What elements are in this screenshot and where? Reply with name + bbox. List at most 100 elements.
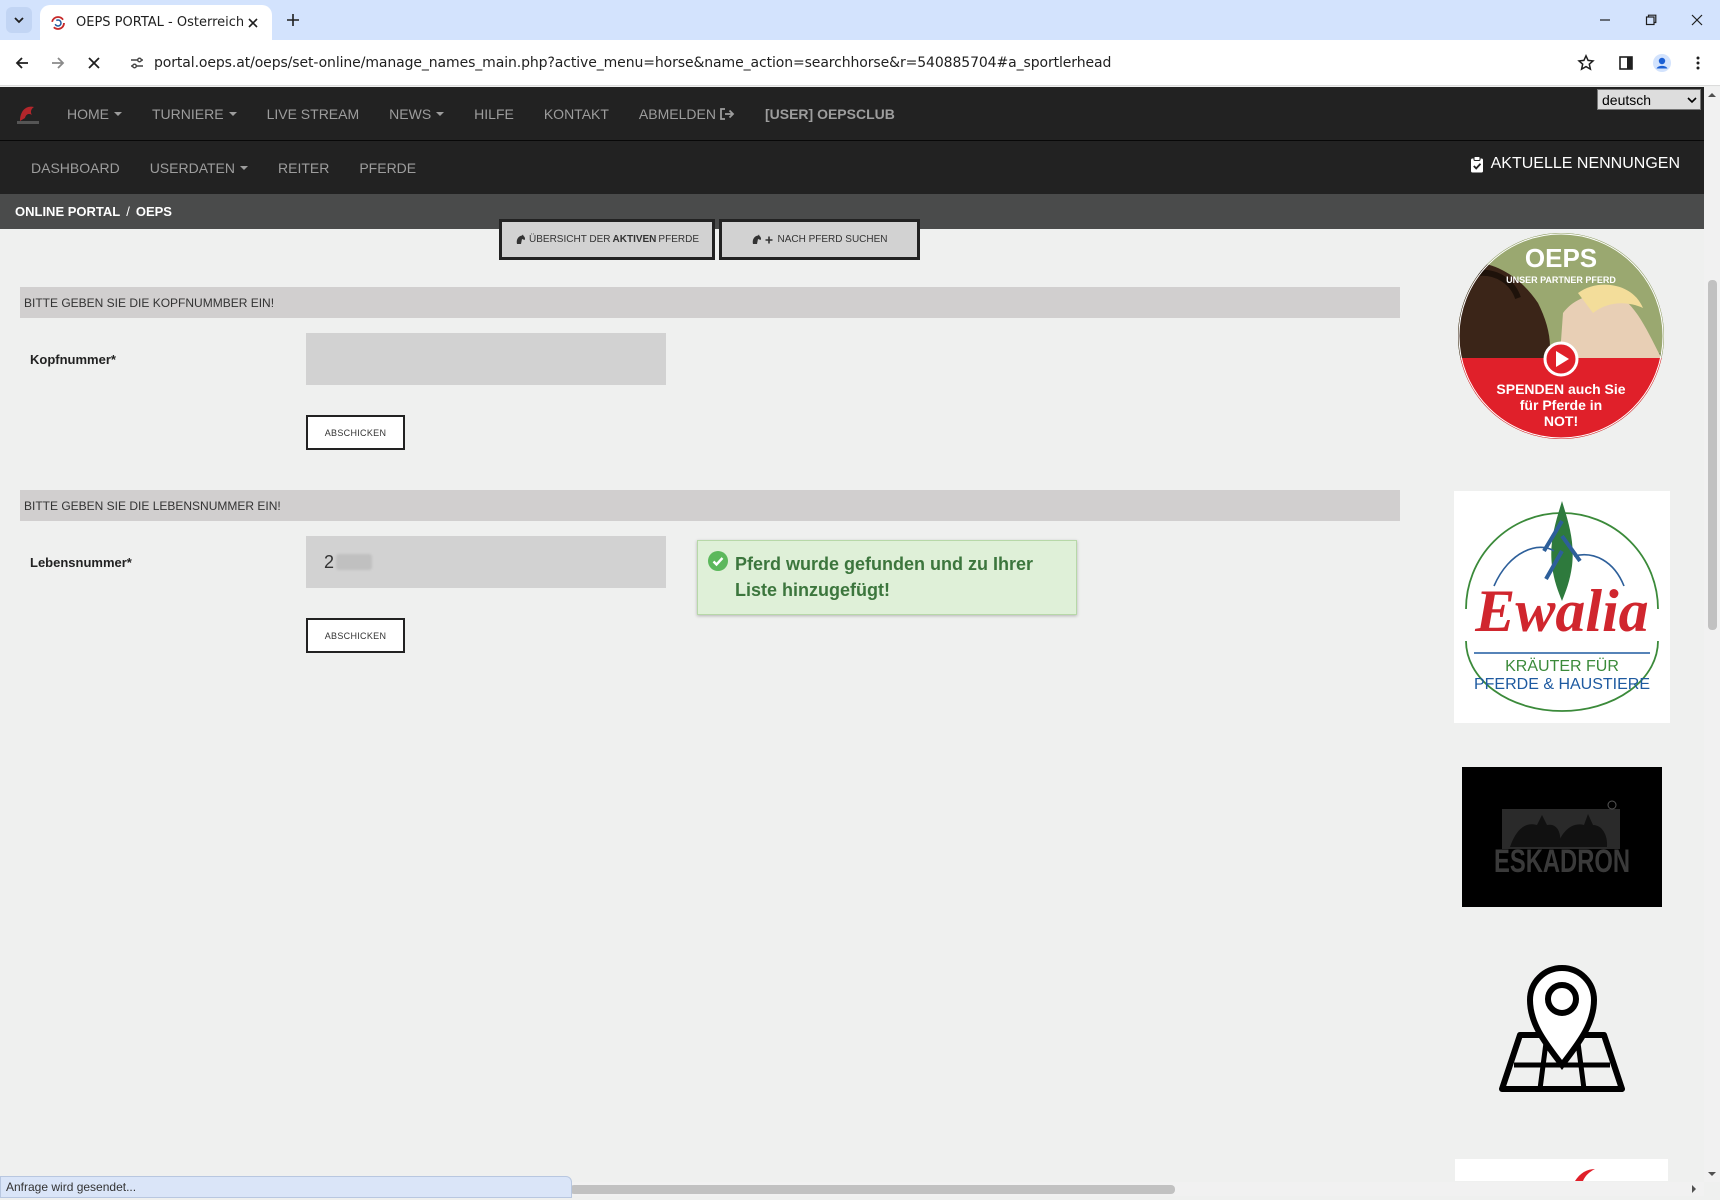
side-panel-icon [1619,56,1633,70]
oeps-favicon-icon [51,15,65,30]
arrow-left-icon [15,57,28,69]
lebensnummer-label: Lebensnummer* [30,555,132,570]
new-tab-button[interactable] [282,9,304,31]
horse-head-icon [753,234,762,244]
subnav-reiter[interactable]: REITER [263,160,344,176]
kopfnummer-label: Kopfnummer* [30,352,116,367]
language-select[interactable]: deutsch [1597,89,1701,110]
logout-icon [720,108,735,120]
breadcrumb-online-portal[interactable]: ONLINE PORTAL [15,204,120,219]
arrow-right-icon [52,57,65,69]
redacted-value [336,554,373,570]
caret-down-icon [240,165,248,170]
oeps-ad-cta-1: SPENDEN auch Sie [1496,381,1625,397]
plus-icon [765,236,773,243]
kopfnummer-section-header: BITTE GEBEN SIE DIE KOPFNUMMBER EIN! [20,287,1400,318]
side-panel-button[interactable] [1612,49,1640,77]
sub-navbar: DASHBOARD USERDATEN REITER PFERDE AKTUEL… [0,141,1704,194]
ewalia-ad-name: Ewalia [1474,578,1648,644]
profile-button[interactable] [1648,49,1676,77]
stop-loading-button[interactable] [80,49,108,77]
subnav-dashboard[interactable]: DASHBOARD [16,160,135,176]
oeps-ad-cta-3: NOT! [1544,413,1578,429]
address-bar[interactable]: portal.oeps.at/oeps/set-online/manage_na… [120,46,1600,80]
top-navbar: HOME TURNIERE LIVE STREAM NEWS HILFE KON… [0,87,1704,141]
scroll-up-arrow-icon[interactable] [1704,89,1720,101]
caret-down-icon [436,112,445,116]
back-button[interactable] [8,49,36,77]
browser-status-bar: Anfrage wird gesendet... [0,1176,572,1198]
lebensnummer-value: 2 [324,551,335,572]
vertical-scroll-thumb[interactable] [1708,280,1717,630]
eskadron-ad-name: ESKADRON [1494,843,1630,879]
avatar-icon [1653,54,1671,72]
bookmark-star-button[interactable] [1572,49,1600,77]
map-location-icon[interactable] [1492,955,1632,1095]
oeps-ad-tagline: UNSER PARTNER PFERD [1506,275,1616,285]
minimize-icon [1600,19,1610,21]
plus-icon [287,14,299,26]
close-icon [1691,14,1703,26]
breadcrumb-separator: / [126,204,130,219]
kopfnummer-input[interactable] [306,333,666,385]
tab-active-horses-overview[interactable]: ÜBERSICHT DER AKTIVEN PFERDE [499,219,715,260]
horizontal-scroll-thumb[interactable] [570,1185,1175,1194]
horse-head-icon [516,234,526,244]
close-icon [248,17,258,28]
caret-down-icon [114,112,122,116]
nav-turniere[interactable]: TURNIERE [137,106,252,122]
browser-tab-active[interactable]: OEPS PORTAL - Österreichische [40,5,272,40]
submit-kopfnummer-button[interactable]: ABSCHICKEN [306,415,405,450]
chevron-down-icon [14,17,24,24]
subnav-pferde[interactable]: PFERDE [344,160,431,176]
submit-lebensnummer-button[interactable]: ABSCHICKEN [306,618,405,653]
restore-button[interactable] [1636,8,1666,32]
site-settings-icon[interactable] [120,46,154,80]
oeps-logo-icon[interactable] [14,101,42,127]
aktuelle-nennungen-link[interactable]: AKTUELLE NENNUNGEN [1470,155,1680,173]
nav-user[interactable]: [USER] OEPSCLUB [750,106,910,122]
ewalia-ad[interactable]: Ewalia KRÄUTER FÜR PFERDE & HAUSTIERE [1454,491,1670,723]
nav-abmelden[interactable]: ABMELDEN [624,106,750,122]
partial-ad-bottom[interactable] [1455,1159,1668,1181]
close-window-button[interactable] [1682,8,1712,32]
oeps-ad-cta-2: für Pferde in [1520,397,1602,413]
subnav-userdaten[interactable]: USERDATEN [135,160,263,176]
close-icon [88,57,100,69]
browser-menu-button[interactable] [1684,49,1712,77]
forward-button[interactable] [44,49,72,77]
alert-line-2: Liste hinzugefügt! [735,580,890,600]
caret-down-icon [228,112,237,116]
tab-search-horse[interactable]: NACH PFERD SUCHEN [719,219,920,260]
nav-kontakt[interactable]: KONTAKT [529,106,624,122]
url-text: portal.oeps.at/oeps/set-online/manage_na… [154,55,1112,71]
scroll-down-arrow-icon[interactable] [1704,1168,1720,1180]
lebensnummer-section-header: BITTE GEBEN SIE DIE LEBENSNUMMER EIN! [20,490,1400,521]
scroll-right-arrow-icon[interactable] [1688,1182,1700,1196]
browser-toolbar: portal.oeps.at/oeps/set-online/manage_na… [0,40,1720,86]
eskadron-ad[interactable]: ESKADRON [1462,767,1662,907]
restore-icon [1645,14,1657,26]
minimize-button[interactable] [1590,8,1620,32]
nav-live-stream[interactable]: LIVE STREAM [252,106,375,122]
oeps-ad-logo: OEPS [1525,243,1597,273]
success-alert: Pferd wurde gefunden und zu Ihrer Liste … [697,540,1077,615]
lebensnummer-input[interactable]: 2 [306,536,666,588]
nav-hilfe[interactable]: HILFE [459,106,529,122]
more-vert-icon [1696,56,1700,70]
oeps-donation-ad[interactable]: OEPS UNSER PARTNER PFERD SPENDEN auch Si… [1458,233,1664,439]
nav-news[interactable]: NEWS [374,106,459,122]
alert-line-1: Pferd wurde gefunden und zu Ihrer [735,554,1034,574]
ewalia-ad-line-2: PFERDE & HAUSTIERE [1474,676,1650,693]
chevron-down-icon [1687,97,1697,104]
clipboard-check-icon [1470,155,1483,172]
tab-title: OEPS PORTAL - Österreichische [76,15,244,30]
browser-tab-bar: OEPS PORTAL - Österreichische [0,0,1720,40]
red-swoosh-icon [1575,1169,1595,1181]
vertical-scrollbar[interactable] [1704,87,1720,1182]
breadcrumb-oeps[interactable]: OEPS [136,204,172,219]
tab-close-button[interactable] [244,14,262,32]
star-icon [1577,54,1595,71]
nav-home[interactable]: HOME [52,106,137,122]
tab-search-button[interactable] [6,7,32,33]
